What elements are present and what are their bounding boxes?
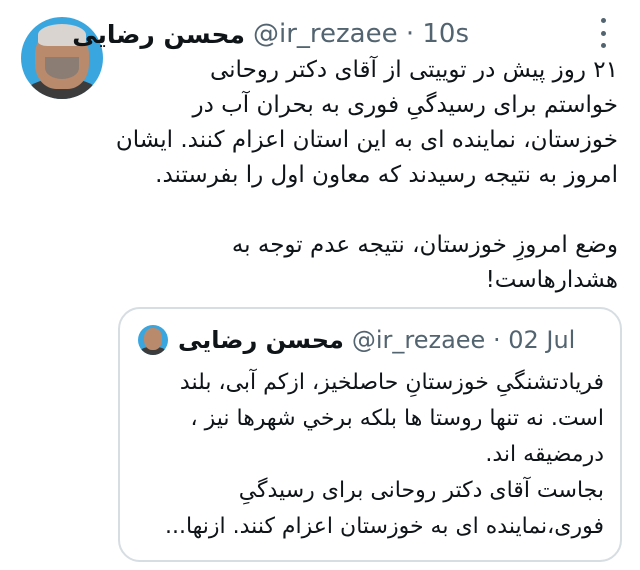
tweet-header: محسن رضایی @ir_rezaee · 10s [72,17,469,51]
tweet-line: امروز به نتیجه رسیدند که معاون اول را بف… [155,162,618,188]
quoted-line: بجاست آقای دکتر روحانی برای رسیدگیِ [238,478,604,503]
display-name[interactable]: محسن رضایی [72,20,245,49]
quoted-avatar [138,325,168,355]
quoted-display-name: محسن رضایی [178,326,344,354]
more-vertical-icon[interactable] [596,18,610,48]
tweet-line: خوزستان، نماینده ای به این استان اعزام ک… [115,127,618,153]
quoted-handle-and-time: @ir_rezaee · 02 Jul [351,326,576,354]
quoted-line: است. نه تنها روستا ها بلکه برخي شهرها نی… [190,406,605,431]
quoted-line: فریادتشنگیِ خوزستانِ حاصلخیز، ازکم آبی، … [179,370,604,395]
tweet-line: خواستم برای رسیدگیِ فوری به بحران آب در [192,92,618,118]
tweet-line: هشدارهاست! [485,267,618,293]
tweet-line: وضع امروزِ خوزستان، نتیجه عدم توجه به [231,232,618,258]
quoted-text: فریادتشنگیِ خوزستانِ حاصلخیز، ازکم آبی، … [136,365,604,545]
quoted-header: محسن رضایی @ir_rezaee · 02 Jul [178,324,575,356]
quoted-tweet[interactable]: محسن رضایی @ir_rezaee · 02 Jul فریادتشنگ… [118,307,622,562]
tweet-text: ۲۱ روز پیش در توییتی از آقای دکتر روحانی… [115,53,618,298]
avatar-beard [45,57,79,79]
tweet-line: ۲۱ روز پیش در توییتی از آقای دکتر روحانی [209,57,618,83]
quoted-line: فوری،نماینده ای به خوزستان اعزام کنند. ا… [164,514,604,539]
quoted-line: درمضیقه اند. [485,442,604,467]
handle-and-time[interactable]: @ir_rezaee · 10s [253,19,469,49]
